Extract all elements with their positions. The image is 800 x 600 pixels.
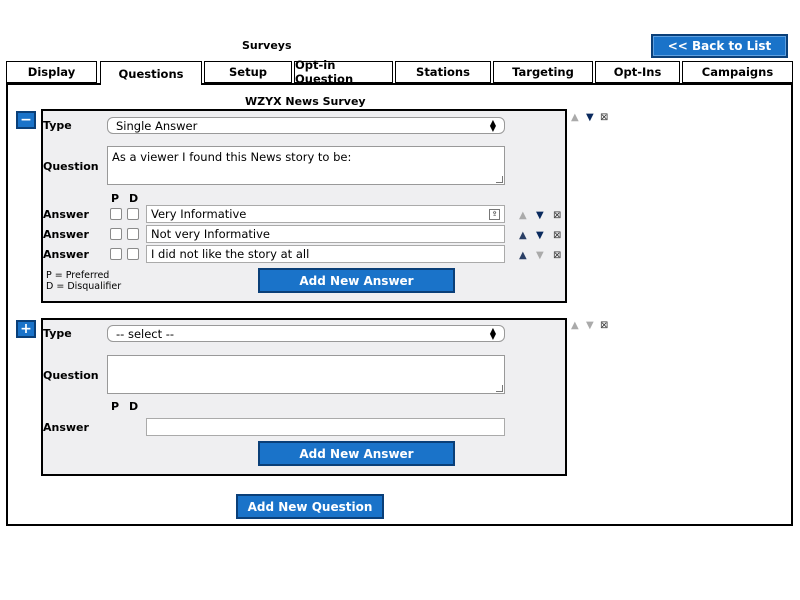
question-label: Question — [43, 160, 99, 173]
question-label: Question — [43, 369, 99, 382]
tab-campaigns[interactable]: Campaigns — [682, 61, 793, 83]
answer-text: Very Informative — [151, 207, 247, 221]
remove-answer-icon[interactable]: ⊠ — [553, 250, 561, 261]
answer-label: Answer — [43, 421, 89, 434]
disqualifier-checkbox[interactable] — [127, 248, 139, 260]
disqualifier-header: D — [129, 192, 139, 205]
question-move-up-icon: ▲ — [571, 112, 579, 123]
add-question-button[interactable]: Add New Question — [236, 494, 384, 519]
move-up-icon[interactable]: ▲ — [519, 230, 527, 241]
back-to-list-button[interactable]: << Back to List — [651, 34, 788, 58]
preferred-checkbox[interactable] — [110, 248, 122, 260]
move-down-icon: ▼ — [536, 250, 544, 261]
move-up-icon[interactable]: ▲ — [519, 250, 527, 261]
question-move-up-icon: ▲ — [571, 320, 579, 331]
move-down-icon[interactable]: ▼ — [536, 230, 544, 241]
tab-questions[interactable]: Questions — [100, 61, 202, 85]
move-up-icon: ▲ — [519, 210, 527, 221]
question-textarea[interactable] — [107, 355, 505, 394]
legend-preferred: P = Preferred — [46, 270, 110, 281]
collapse-question-button[interactable]: − — [16, 111, 36, 129]
tab-bar: Display Questions Setup Opt-in Question … — [6, 58, 793, 86]
select-arrows-icon: ▲ ▼ — [489, 117, 496, 133]
question-textarea[interactable]: As a viewer I found this News story to b… — [107, 146, 505, 185]
select-arrows-icon: ▲ ▼ — [489, 325, 496, 341]
survey-title: WZYX News Survey — [245, 95, 366, 108]
answer-label: Answer — [43, 248, 89, 261]
answer-label: Answer — [43, 228, 89, 241]
resize-handle-icon[interactable] — [496, 176, 503, 183]
tab-stations[interactable]: Stations — [395, 61, 491, 83]
answer-input[interactable]: I did not like the story at all — [146, 245, 505, 263]
page-title: Surveys — [242, 39, 292, 52]
answer-input[interactable] — [146, 418, 505, 436]
legend-disqualifier: D = Disqualifier — [46, 281, 122, 292]
disqualifier-checkbox[interactable] — [127, 228, 139, 240]
type-select[interactable]: -- select -- ▲ ▼ — [107, 325, 505, 342]
answer-text: I did not like the story at all — [151, 247, 310, 261]
add-answer-button[interactable]: Add New Answer — [258, 441, 455, 466]
question-text: As a viewer I found this News story to b… — [112, 150, 352, 164]
preferred-checkbox[interactable] — [110, 228, 122, 240]
disqualifier-checkbox[interactable] — [127, 208, 139, 220]
preferred-header: P — [111, 400, 120, 413]
add-answer-button[interactable]: Add New Answer — [258, 268, 455, 293]
question-move-down-icon[interactable]: ▼ — [586, 112, 594, 123]
type-select-value: Single Answer — [116, 118, 198, 133]
preferred-header: P — [111, 192, 120, 205]
remove-answer-icon[interactable]: ⊠ — [553, 210, 561, 221]
answer-label: Answer — [43, 208, 89, 221]
contact-card-icon[interactable]: ⇪ — [489, 208, 500, 220]
move-down-icon[interactable]: ▼ — [536, 210, 544, 221]
answer-input[interactable]: Very Informative ⇪ — [146, 205, 505, 223]
answer-input[interactable]: Not very Informative — [146, 225, 505, 243]
tab-opt-in-question[interactable]: Opt-in Question — [294, 58, 393, 86]
resize-handle-icon[interactable] — [496, 385, 503, 392]
type-label: Type — [43, 119, 72, 132]
type-select-value: -- select -- — [116, 326, 175, 341]
remove-question-icon[interactable]: ⊠ — [600, 320, 608, 331]
remove-question-icon[interactable]: ⊠ — [600, 112, 608, 123]
question-move-down-icon: ▼ — [586, 320, 594, 331]
tab-targeting[interactable]: Targeting — [493, 61, 593, 83]
tab-opt-ins[interactable]: Opt-Ins — [595, 61, 680, 83]
answer-text: Not very Informative — [151, 227, 270, 241]
disqualifier-header: D — [129, 400, 139, 413]
tab-display[interactable]: Display — [6, 61, 97, 83]
remove-answer-icon[interactable]: ⊠ — [553, 230, 561, 241]
expand-question-button[interactable]: + — [16, 320, 36, 338]
type-select[interactable]: Single Answer ▲ ▼ — [107, 117, 505, 134]
type-label: Type — [43, 327, 72, 340]
preferred-checkbox[interactable] — [110, 208, 122, 220]
tab-setup[interactable]: Setup — [204, 61, 292, 83]
